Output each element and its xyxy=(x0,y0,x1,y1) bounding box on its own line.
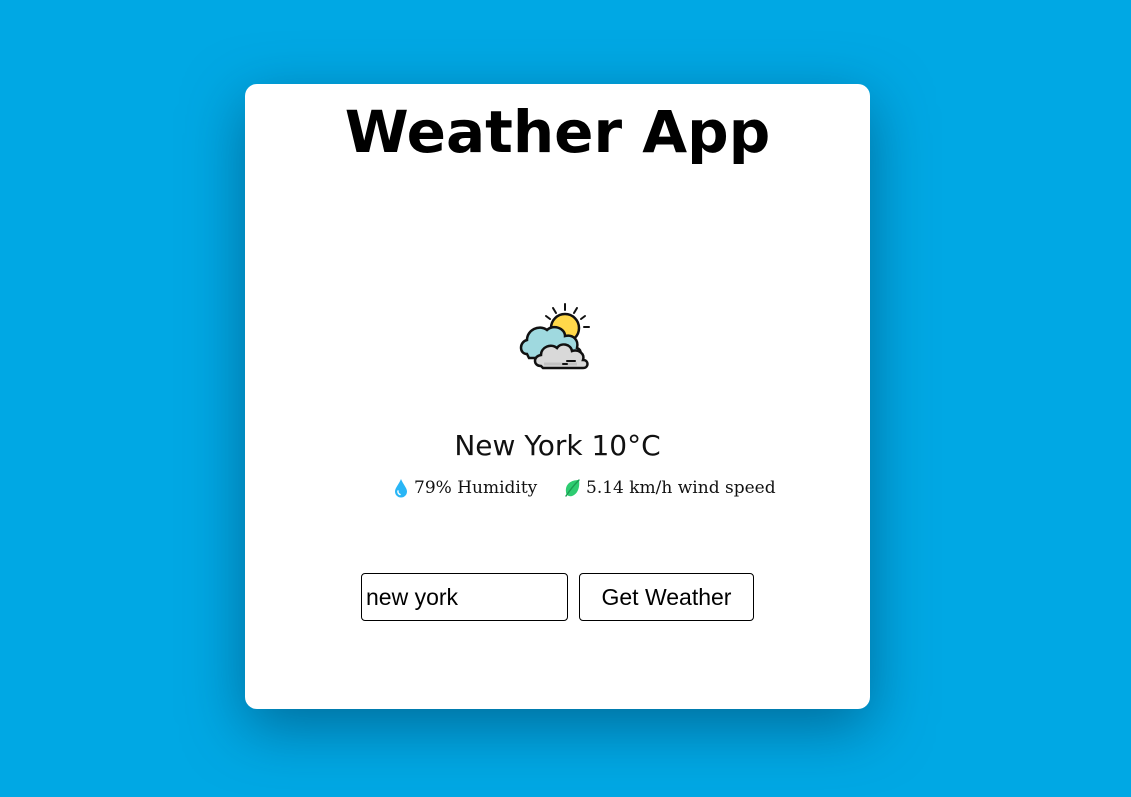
humidity-text: 79% Humidity xyxy=(414,478,538,498)
partly-cloudy-icon xyxy=(519,303,590,370)
wind-speed-text: 5.14 km/h wind speed xyxy=(586,478,776,498)
city-search-input[interactable] xyxy=(361,573,568,621)
location-temperature: New York 10°C xyxy=(454,429,661,462)
water-drop-icon xyxy=(395,479,407,498)
app-title: Weather App xyxy=(344,98,771,166)
humidity-stat: 79% Humidity xyxy=(393,478,537,498)
leaf-icon xyxy=(565,479,580,497)
get-weather-button[interactable]: Get Weather xyxy=(579,573,754,621)
weather-stats: 79% Humidity 5.14 km/h wind speed xyxy=(393,476,776,502)
weather-card: Weather App New York 10°C 79% Humidity 5… xyxy=(245,84,870,709)
wind-stat: 5.14 km/h wind speed xyxy=(563,478,776,498)
